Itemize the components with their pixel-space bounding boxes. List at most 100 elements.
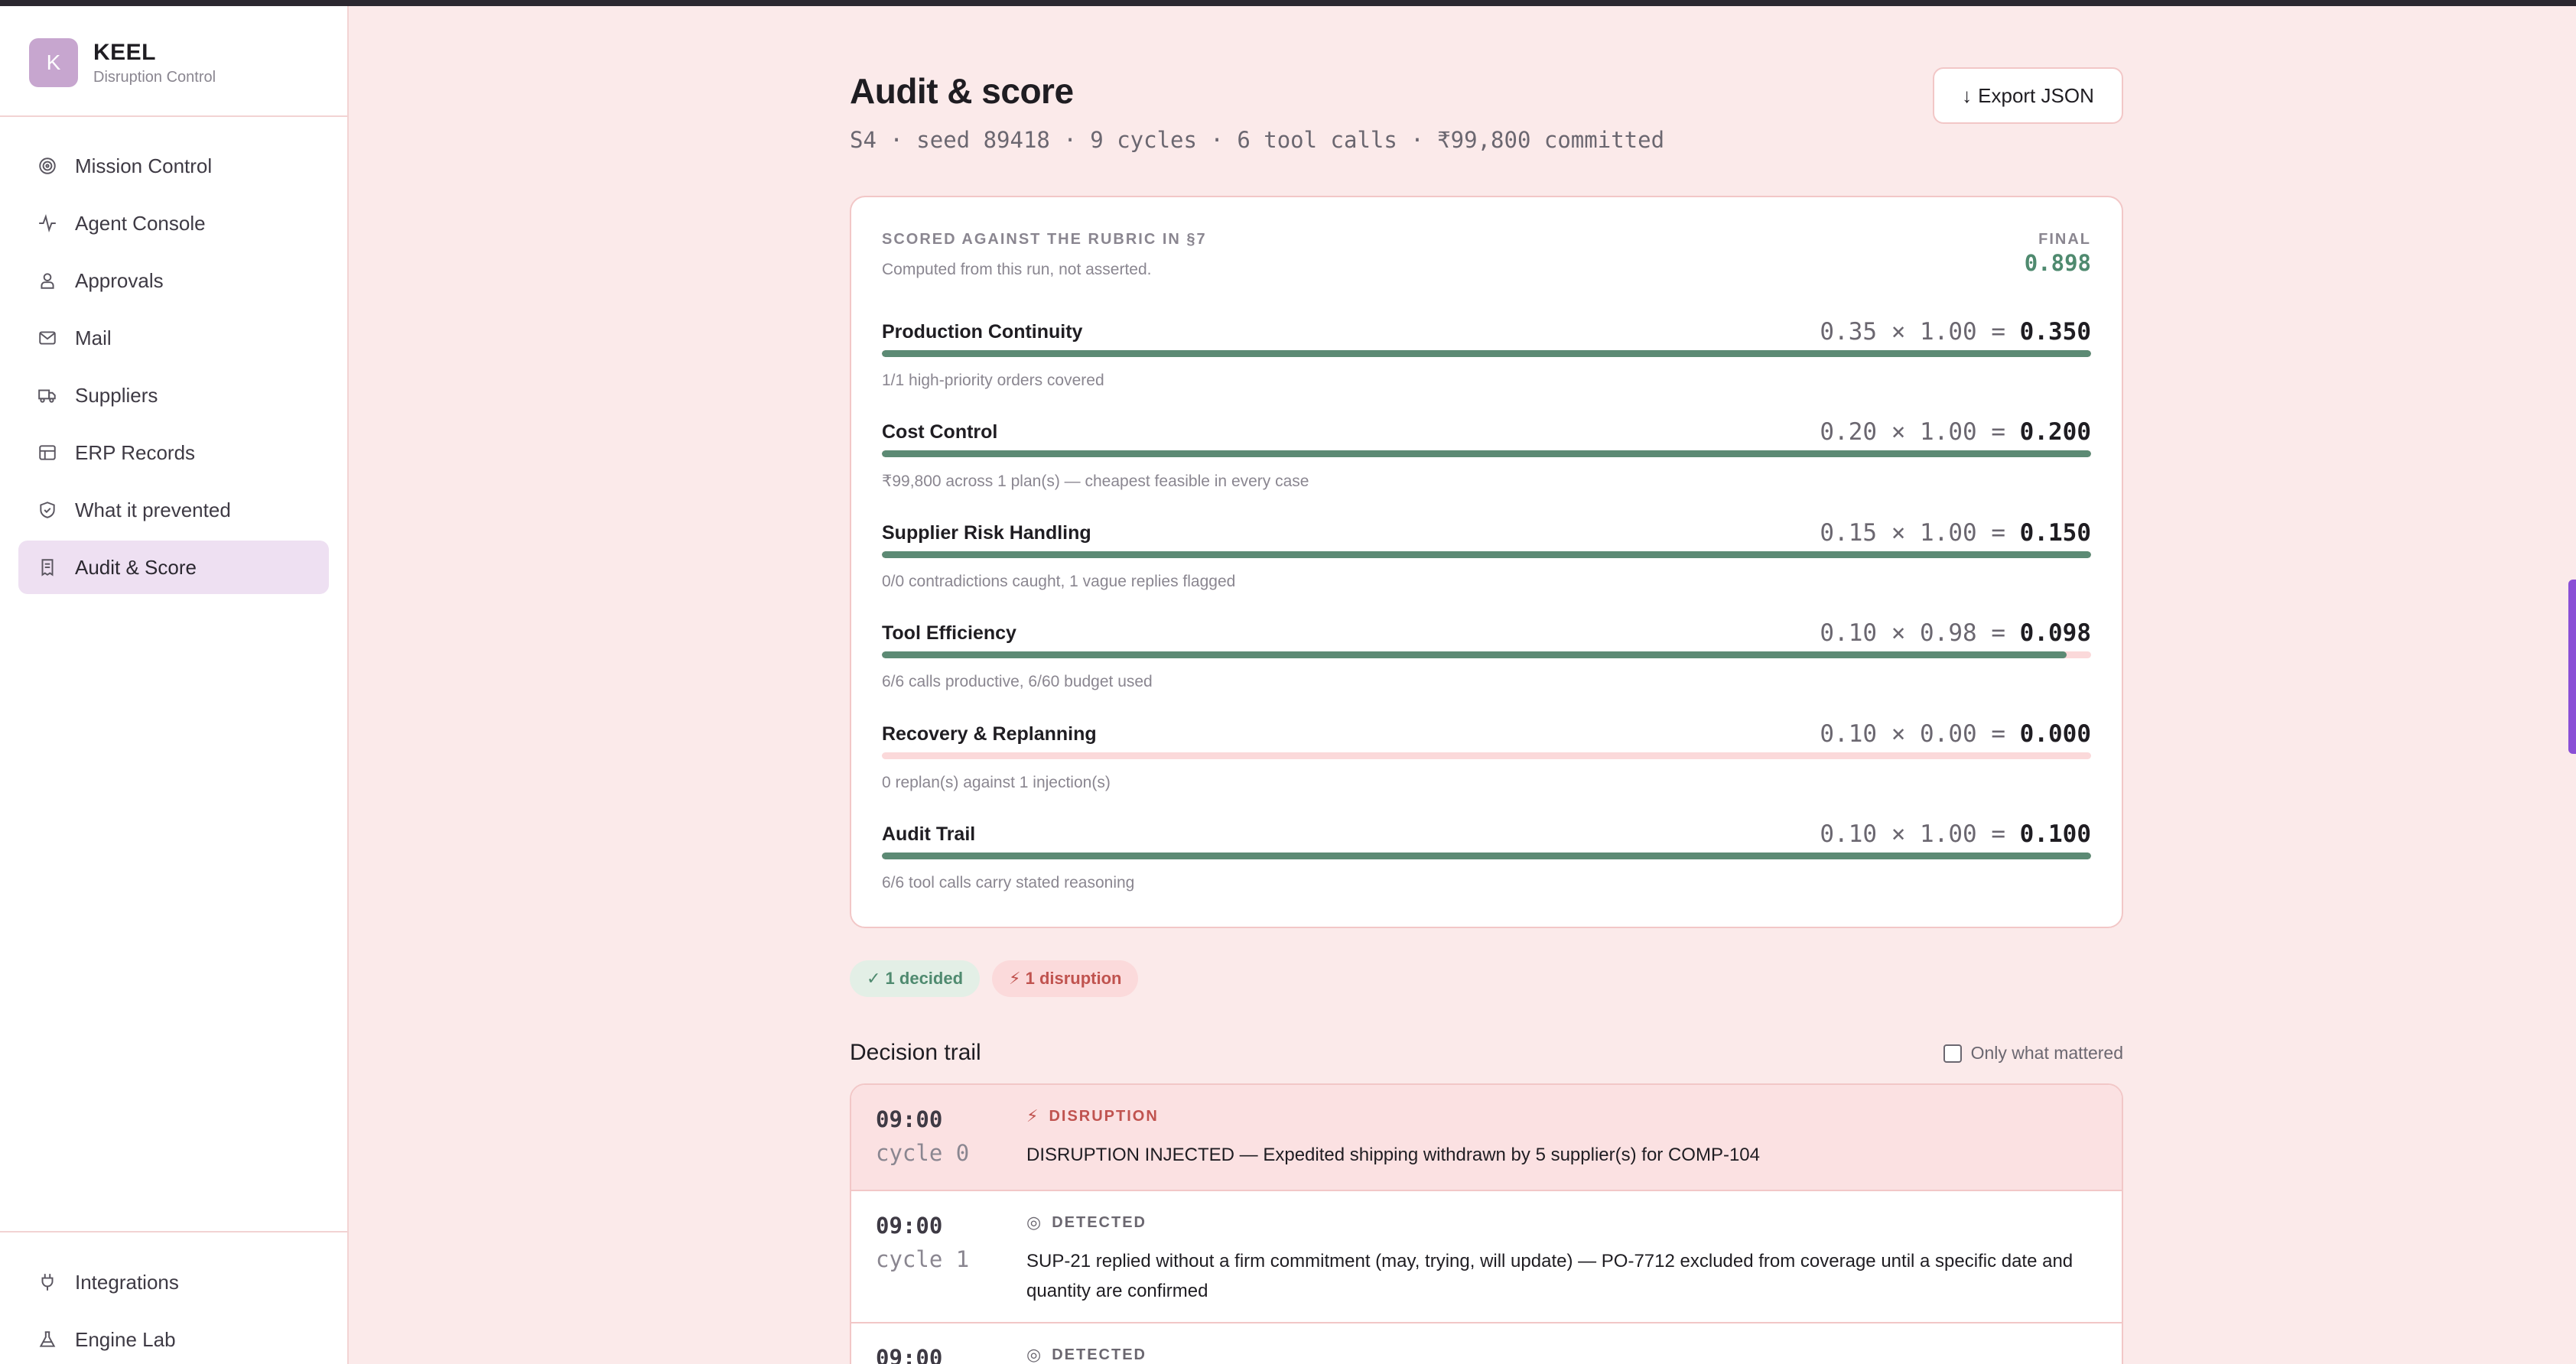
metric-row: Tool Efficiency 0.10 × 0.98 = 0.098 6/6 … (882, 619, 2091, 705)
metric-bar (882, 450, 2091, 457)
sidebar-item-erp-records[interactable]: ERP Records (18, 426, 329, 479)
metric-formula: 0.15 × 1.00 = 0.150 (1820, 519, 2091, 547)
metric-description: 6/6 calls productive, 6/60 budget used (882, 673, 1153, 690)
sidebar-item-approvals[interactable]: Approvals (18, 254, 329, 307)
target-icon (37, 155, 58, 177)
decision-trail-title: Decision trail (850, 1040, 981, 1065)
trail-time: 09:00 (876, 1345, 943, 1364)
shield-icon (37, 499, 58, 521)
sidebar-item-integrations[interactable]: Integrations (18, 1255, 329, 1309)
toggle-label: Only what mattered (1970, 1043, 2123, 1063)
scrollbar-thumb[interactable] (2568, 580, 2576, 754)
trail-row[interactable]: 09:00 ◎ DETECTED (851, 1323, 2122, 1364)
divider (0, 1231, 347, 1232)
sidebar-item-suppliers[interactable]: Suppliers (18, 369, 329, 422)
sidebar-item-what-it-prevented[interactable]: What it prevented (18, 483, 329, 537)
summary-chips: ✓ 1 decided ⚡ 1 disruption (850, 960, 1150, 997)
metric-result: 0.100 (2019, 820, 2091, 848)
divider (0, 115, 347, 117)
trail-kind: ⚡ DISRUPTION (1026, 1106, 1159, 1125)
sidebar-bottom-nav: Integrations Engine Lab (18, 1255, 329, 1364)
trail-cycle: cycle 1 (876, 1246, 970, 1272)
metric-name: Supplier Risk Handling (882, 522, 1091, 544)
metric-result: 0.000 (2019, 720, 2091, 748)
metric-bar (882, 551, 2091, 558)
detected-icon: ◎ (1026, 1345, 1043, 1364)
only-what-mattered-toggle[interactable]: Only what mattered (1943, 1043, 2123, 1064)
metric-description: ₹99,800 across 1 plan(s) — cheapest feas… (882, 473, 1309, 490)
decision-trail: 09:00 cycle 0 ⚡ DISRUPTION DISRUPTION IN… (850, 1083, 2123, 1364)
trail-kind: ◎ DETECTED (1026, 1345, 1147, 1364)
metric-name: Recovery & Replanning (882, 723, 1097, 745)
plug-icon (37, 1271, 58, 1293)
sidebar-nav: Mission Control Agent Console Approvals … (18, 139, 329, 598)
sidebar-item-agent-console[interactable]: Agent Console (18, 196, 329, 250)
metric-row: Supplier Risk Handling 0.15 × 1.00 = 0.1… (882, 519, 2091, 605)
metric-bar-fill (882, 852, 2091, 859)
lightning-icon: ⚡ (1026, 1106, 1040, 1125)
trail-time: 09:00 (876, 1106, 943, 1132)
metric-description: 0/0 contradictions caught, 1 vague repli… (882, 573, 1236, 590)
truck-icon (37, 385, 58, 406)
sidebar: K KEEL Disruption Control Mission Contro… (0, 6, 349, 1364)
trail-text: DISRUPTION INJECTED — Expedited shipping… (1026, 1145, 1760, 1165)
brand: K KEEL Disruption Control (29, 37, 216, 89)
brand-name: KEEL (93, 39, 157, 65)
trail-row[interactable]: 09:00 cycle 1 ◎ DETECTED SUP-21 replied … (851, 1191, 2122, 1323)
metric-row: Recovery & Replanning 0.10 × 0.00 = 0.00… (882, 720, 2091, 806)
page-title: Audit & score (850, 71, 1074, 111)
flask-icon (37, 1329, 58, 1350)
decided-chip[interactable]: ✓ 1 decided (850, 960, 981, 997)
trail-cycle: cycle 0 (876, 1140, 970, 1166)
arrow-down-icon: ↓ (1962, 83, 1973, 107)
disruption-chip[interactable]: ⚡ 1 disruption (992, 960, 1139, 997)
metric-description: 1/1 high-priority orders covered (882, 372, 1104, 389)
receipt-icon (37, 557, 58, 578)
sidebar-item-mail[interactable]: Mail (18, 311, 329, 365)
metric-formula: 0.35 × 1.00 = 0.350 (1820, 318, 2091, 346)
metric-name: Tool Efficiency (882, 622, 1016, 644)
metric-result: 0.150 (2019, 519, 2091, 547)
metric-formula: 0.20 × 1.00 = 0.200 (1820, 418, 2091, 446)
brand-logo: K (29, 38, 78, 87)
metric-result: 0.200 (2019, 418, 2091, 446)
metric-bar (882, 350, 2091, 357)
metric-result: 0.350 (2019, 318, 2091, 346)
sidebar-item-mission-control[interactable]: Mission Control (18, 139, 329, 193)
trail-time: 09:00 (876, 1213, 943, 1239)
metric-row: Cost Control 0.20 × 1.00 = 0.200 ₹99,800… (882, 418, 2091, 504)
trail-text: SUP-21 replied without a firm commitment… (1026, 1251, 2073, 1301)
metric-bar-fill (882, 651, 2067, 658)
metric-bar (882, 651, 2091, 658)
sidebar-item-label: Suppliers (75, 383, 158, 407)
export-json-button[interactable]: ↓ Export JSON (1933, 67, 2123, 124)
trail-kind: ◎ DETECTED (1026, 1213, 1147, 1232)
metric-bar (882, 752, 2091, 759)
metric-row: Audit Trail 0.10 × 1.00 = 0.100 6/6 tool… (882, 820, 2091, 906)
table-icon (37, 442, 58, 463)
final-value: 0.898 (2024, 250, 2091, 276)
checkbox[interactable] (1943, 1044, 1962, 1063)
metric-bar-fill (882, 450, 2091, 457)
metric-formula: 0.10 × 0.00 = 0.000 (1820, 720, 2091, 748)
metric-bar (882, 852, 2091, 859)
sidebar-item-engine-lab[interactable]: Engine Lab (18, 1313, 329, 1364)
brand-subtitle: Disruption Control (93, 68, 216, 86)
metric-bar-fill (882, 551, 2091, 558)
detected-icon: ◎ (1026, 1213, 1043, 1232)
metric-formula: 0.10 × 1.00 = 0.100 (1820, 820, 2091, 848)
trail-row[interactable]: 09:00 cycle 0 ⚡ DISRUPTION DISRUPTION IN… (851, 1085, 2122, 1191)
sidebar-item-label: Agent Console (75, 211, 206, 235)
page-subtitle: S4 · seed 89418 · 9 cycles · 6 tool call… (850, 127, 1665, 153)
sidebar-item-label: Mail (75, 326, 112, 349)
metric-row: Production Continuity 0.35 × 1.00 = 0.35… (882, 318, 2091, 404)
metric-name: Audit Trail (882, 823, 976, 845)
sidebar-item-label: What it prevented (75, 498, 231, 521)
sidebar-item-label: Mission Control (75, 154, 213, 177)
score-card: SCORED AGAINST THE RUBRIC IN §7 Computed… (850, 196, 2123, 928)
sidebar-item-audit-score[interactable]: Audit & Score (18, 541, 329, 594)
score-kicker: SCORED AGAINST THE RUBRIC IN §7 (882, 231, 1207, 248)
export-json-label: Export JSON (1978, 83, 2094, 107)
mail-icon (37, 327, 58, 349)
sidebar-item-label: Integrations (75, 1270, 179, 1294)
